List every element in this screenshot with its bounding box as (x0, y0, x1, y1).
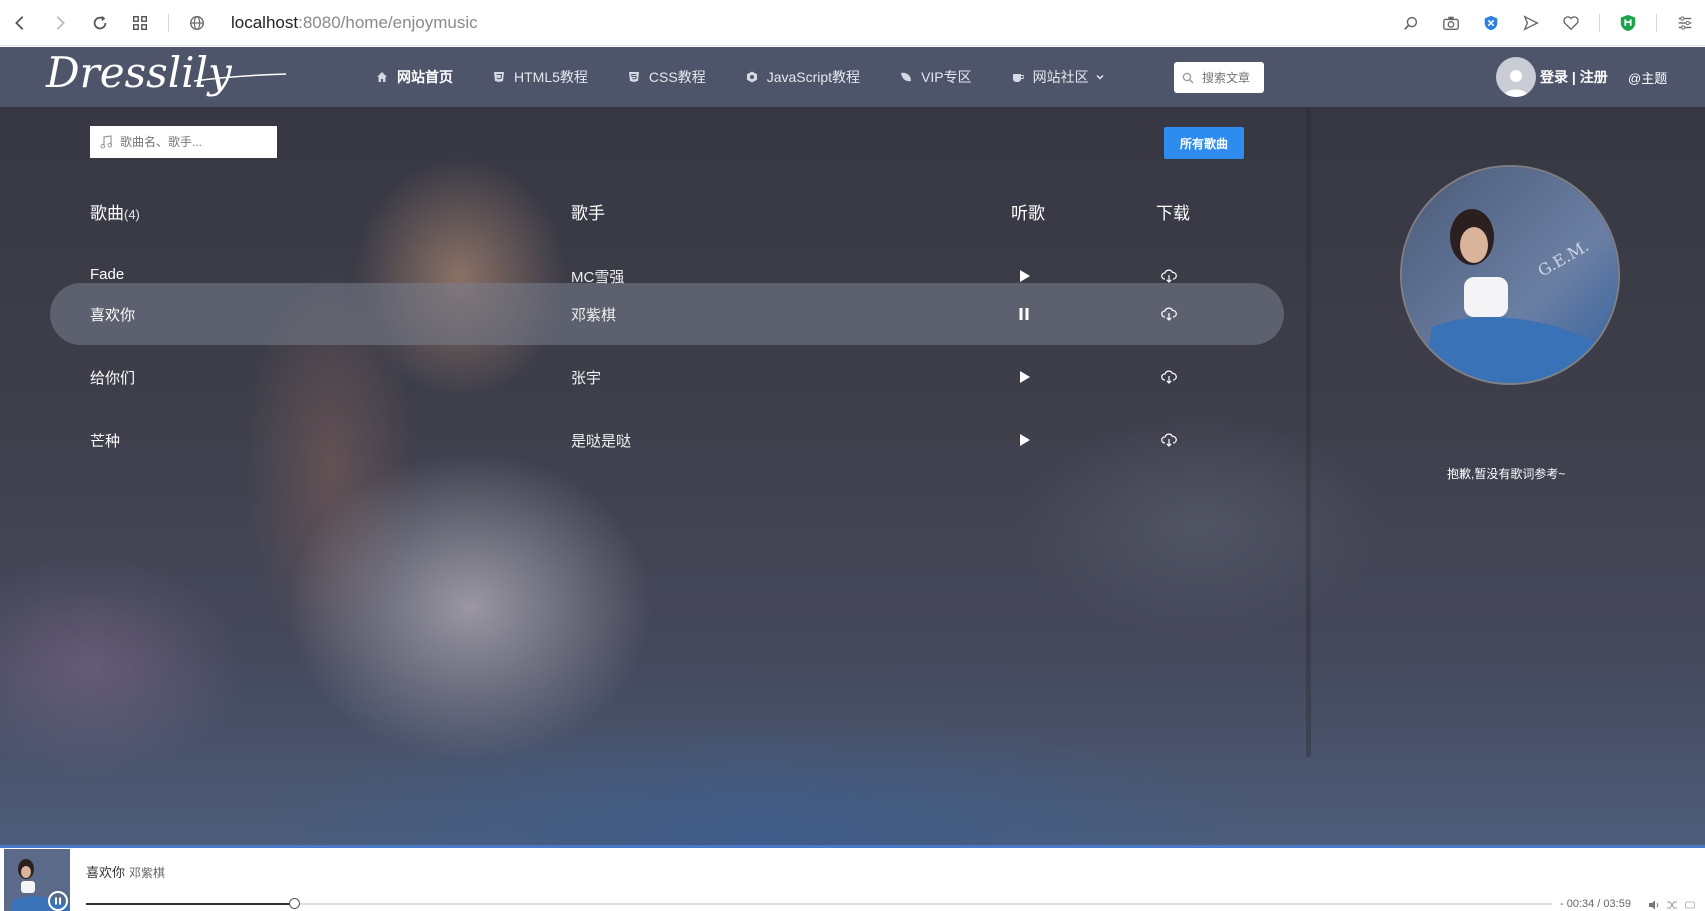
volume-icon[interactable] (1645, 899, 1663, 911)
song-row[interactable]: 给你们 张宇 (50, 346, 1284, 408)
heart-icon[interactable] (1551, 0, 1591, 46)
nav-html5[interactable]: HTML5教程 (493, 67, 588, 87)
song-singer: 张宇 (571, 370, 602, 387)
css-icon (628, 72, 639, 82)
toolbar-divider (168, 13, 169, 32)
song-singer: 是哒是哒 (571, 433, 632, 450)
address-bar[interactable]: localhost:8080/home/enjoymusic (231, 13, 478, 33)
header-song-label: 歌曲 (90, 204, 124, 223)
panel-divider (1306, 107, 1311, 757)
avatar[interactable] (1496, 57, 1536, 97)
music-note-icon (100, 135, 112, 149)
shield-icon[interactable] (1471, 0, 1511, 46)
html5-icon (494, 72, 504, 82)
site-logo[interactable]: Dresslily (44, 48, 294, 107)
nav-community-label: 网站社区 (1032, 69, 1089, 85)
download-icon[interactable] (1161, 306, 1177, 322)
forward-icon[interactable] (40, 0, 80, 46)
shuffle-icon[interactable] (1663, 899, 1681, 911)
home-icon (377, 72, 387, 82)
song-search[interactable] (90, 126, 277, 158)
song-name: Fade (90, 266, 125, 283)
nav-vip[interactable]: VIP专区 (900, 67, 972, 87)
now-playing-title: 喜欢你 (86, 865, 126, 880)
camera-icon[interactable] (1431, 0, 1471, 46)
toolbar-divider (1656, 14, 1657, 32)
song-name: 喜欢你 (90, 307, 136, 324)
all-songs-button[interactable]: 所有歌曲 (1164, 127, 1244, 159)
nav-css[interactable]: CSS教程 (628, 67, 706, 87)
nav-home[interactable]: 网站首页 (376, 67, 453, 87)
header-song: 歌曲(4) (90, 199, 140, 224)
progress-played (86, 903, 294, 905)
toolbar-divider (1599, 14, 1600, 32)
song-count: (4) (124, 207, 140, 222)
pause-icon[interactable] (1015, 305, 1033, 323)
progress-handle[interactable] (289, 898, 300, 909)
music-player: 喜欢你 邓紫棋 - 00:34 / 03:59 (0, 845, 1705, 911)
browser-toolbar: localhost:8080/home/enjoymusic (0, 0, 1705, 46)
search-icon (1182, 72, 1194, 83)
download-icon[interactable] (1161, 432, 1177, 448)
site-navbar: Dresslily 网站首页 HTML5教程 CSS教程 JavaScript教… (0, 47, 1705, 107)
now-playing-artist: 邓紫棋 (129, 866, 166, 880)
nav-javascript[interactable]: JavaScript教程 (746, 67, 860, 87)
download-icon[interactable] (1161, 369, 1177, 385)
header-singer: 歌手 (571, 204, 605, 223)
player-controls (1645, 899, 1699, 911)
music-content: 所有歌曲 歌曲(4) 歌手 听歌 下载 Fade MC雪强 喜欢你 邓紫棋 给你… (0, 107, 1705, 845)
login-register-link[interactable]: 登录 | 注册 (1540, 67, 1608, 87)
nav-community[interactable]: 网站社区 (1012, 67, 1105, 87)
send-icon[interactable] (1511, 0, 1551, 46)
loop-icon[interactable] (1681, 899, 1699, 911)
theme-switch[interactable]: @主题 (1628, 68, 1667, 87)
url-host: localhost (231, 12, 299, 32)
search-icon[interactable] (1391, 0, 1431, 46)
logo-text: Dresslily (45, 49, 233, 97)
nav-html5-label: HTML5教程 (514, 69, 588, 85)
music-page: Dresslily 网站首页 HTML5教程 CSS教程 JavaScript教… (0, 47, 1705, 845)
player-cover[interactable] (4, 849, 70, 911)
song-name: 芒种 (90, 433, 121, 450)
reload-icon[interactable] (80, 0, 120, 46)
menu-icon[interactable] (1665, 0, 1705, 46)
adblock-icon[interactable] (1608, 0, 1648, 46)
header-listen: 听歌 (1011, 204, 1045, 223)
back-icon[interactable] (0, 0, 40, 46)
song-row[interactable]: 芒种 是哒是哒 (50, 409, 1284, 471)
url-path: :8080/home/enjoymusic (298, 12, 478, 32)
download-icon[interactable] (1161, 268, 1177, 284)
progress-bar[interactable] (86, 898, 1552, 909)
community-icon (1012, 74, 1024, 82)
main-nav: 网站首页 HTML5教程 CSS教程 JavaScript教程 VIP专区 网站… (376, 47, 1145, 107)
song-name: 给你们 (90, 370, 136, 387)
song-search-input[interactable] (120, 135, 270, 149)
player-pause-icon[interactable] (48, 891, 68, 911)
user-icon (1504, 70, 1528, 97)
article-search-input[interactable] (1202, 70, 1260, 85)
grid-icon[interactable] (120, 0, 160, 46)
nav-css-label: CSS教程 (648, 69, 706, 85)
song-list-header: 歌曲(4) 歌手 听歌 下载 (0, 199, 1290, 229)
article-search[interactable] (1174, 62, 1264, 93)
song-singer: 邓紫棋 (571, 307, 617, 324)
nav-javascript-label: JavaScript教程 (766, 69, 861, 85)
chevron-down-icon (1096, 74, 1104, 80)
nav-vip-label: VIP专区 (921, 69, 972, 85)
play-icon[interactable] (1015, 431, 1033, 449)
js-icon (746, 71, 757, 83)
vip-icon (901, 72, 912, 82)
song-row-active[interactable]: 喜欢你 邓紫棋 (50, 283, 1284, 345)
playback-time: - 00:34 / 03:59 (1560, 898, 1631, 910)
user-menu[interactable]: 登录 | 注册 (1496, 57, 1608, 97)
header-download: 下载 (1156, 204, 1190, 223)
lyric-note: 抱歉,暂没有歌词参考~ (1447, 467, 1566, 481)
now-playing: 喜欢你 邓紫棋 (86, 862, 165, 881)
globe-icon (177, 0, 217, 46)
album-cover: G.E.M. (1400, 165, 1620, 385)
play-icon[interactable] (1015, 368, 1033, 386)
nav-home-label: 网站首页 (397, 69, 453, 85)
